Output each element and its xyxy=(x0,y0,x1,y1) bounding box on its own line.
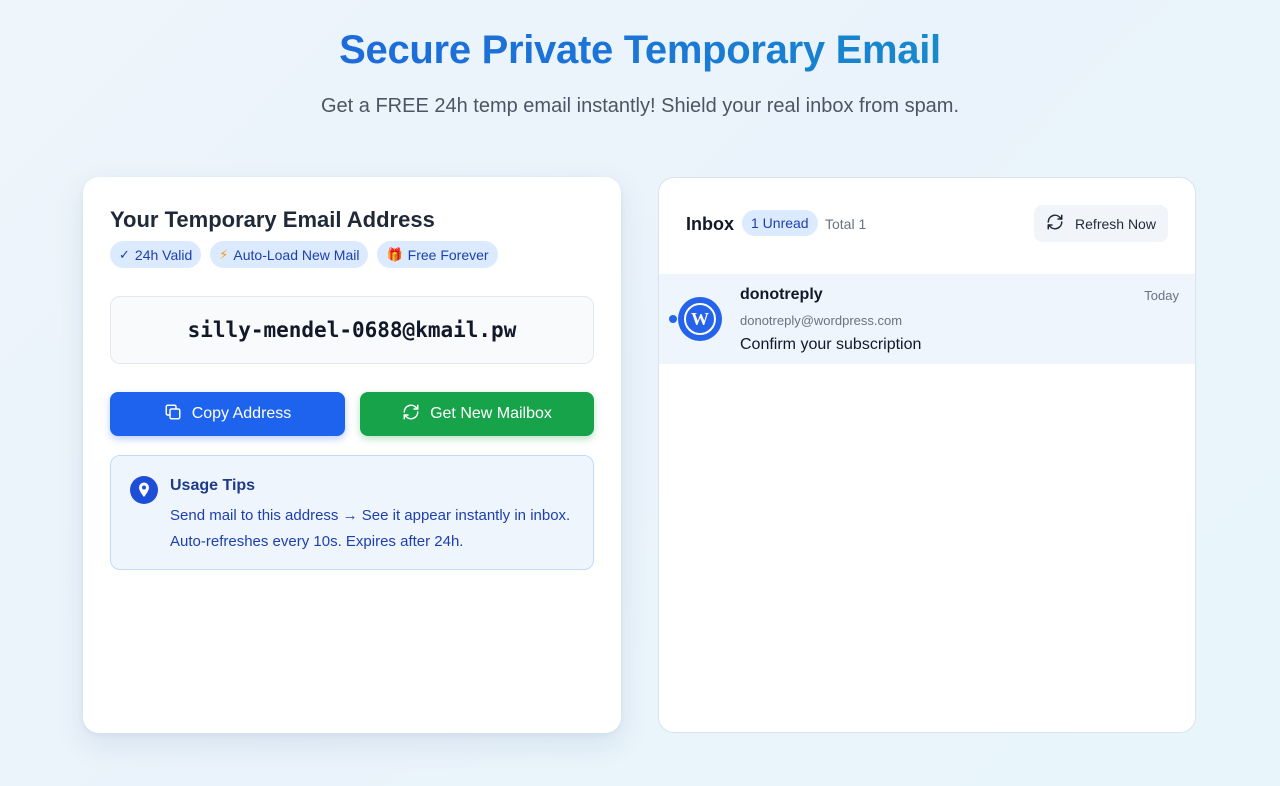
refresh-now-label: Refresh Now xyxy=(1075,215,1156,232)
address-card: Your Temporary Email Address ✓ 24h Valid… xyxy=(83,177,621,733)
inbox-title: Inbox xyxy=(686,214,734,234)
feature-badges: ✓ 24h Valid ⚡ Auto-Load New Mail 🎁 Free … xyxy=(110,241,498,268)
wordpress-logo-icon: W xyxy=(678,297,722,341)
mail-sender: donotreply xyxy=(740,286,823,303)
usage-tips: Usage Tips Send mail to this address → S… xyxy=(110,455,594,570)
page-title: Secure Private Temporary Email xyxy=(0,28,1280,73)
mail-sender-email: donotreply@wordpress.com xyxy=(740,313,903,328)
check-icon: ✓ xyxy=(119,246,130,262)
copy-address-button[interactable]: Copy Address xyxy=(110,392,345,436)
badge-free-forever: 🎁 Free Forever xyxy=(377,241,498,268)
get-new-mailbox-label: Get New Mailbox xyxy=(430,405,552,422)
unread-count-badge: 1 Unread xyxy=(742,210,818,236)
badge-label: Auto-Load New Mail xyxy=(233,246,360,263)
usage-tips-title: Usage Tips xyxy=(170,477,256,494)
gift-icon: 🎁 xyxy=(386,246,403,262)
page-subtitle: Get a FREE 24h temp email instantly! Shi… xyxy=(320,95,960,117)
copy-icon xyxy=(164,403,182,426)
inbox-card: Inbox 1 Unread Total 1 Refresh Now W don… xyxy=(658,177,1196,733)
lightning-icon: ⚡ xyxy=(219,246,229,262)
mail-subject: Confirm your subscription xyxy=(740,336,922,353)
mail-list-item[interactable]: W donotreply donotreply@wordpress.com Co… xyxy=(659,274,1195,364)
mail-date: Today xyxy=(1144,288,1179,303)
email-address-display[interactable]: silly-mendel-0688@kmail.pw xyxy=(110,296,594,364)
refresh-icon xyxy=(402,403,420,426)
usage-tips-text: Send mail to this address → See it appea… xyxy=(170,507,571,550)
badge-label: 24h Valid xyxy=(134,246,193,263)
svg-text:W: W xyxy=(691,309,709,329)
total-count: Total 1 xyxy=(825,216,867,232)
badge-label: Free Forever xyxy=(407,246,489,263)
badge-24h-valid: ✓ 24h Valid xyxy=(110,241,202,268)
get-new-mailbox-button[interactable]: Get New Mailbox xyxy=(360,392,594,436)
refresh-icon xyxy=(1046,213,1064,234)
address-card-title: Your Temporary Email Address xyxy=(110,207,435,232)
unread-indicator xyxy=(669,315,677,323)
refresh-now-button[interactable]: Refresh Now xyxy=(1034,205,1168,242)
location-pin-icon xyxy=(130,476,158,504)
badge-auto-load: ⚡ Auto-Load New Mail xyxy=(210,241,369,268)
copy-address-label: Copy Address xyxy=(191,405,292,422)
